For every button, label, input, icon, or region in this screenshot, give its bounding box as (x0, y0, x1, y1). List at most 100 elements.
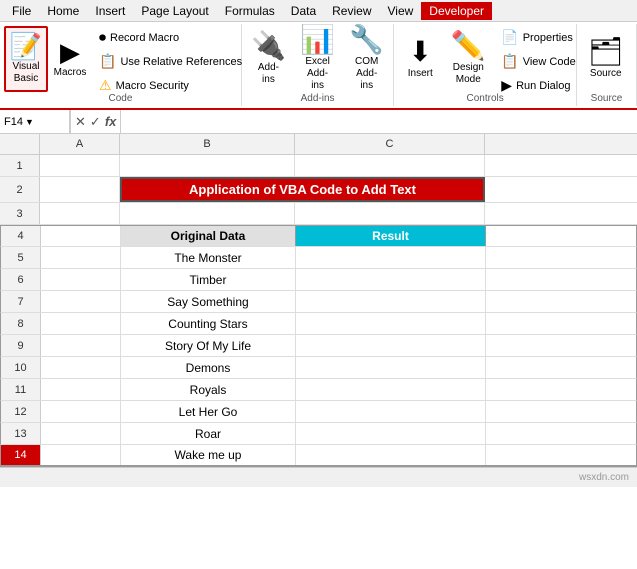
source-group-label: Source (577, 93, 636, 104)
row-number: 10 (1, 357, 41, 378)
menu-page-layout[interactable]: Page Layout (133, 2, 216, 20)
menu-view[interactable]: View (380, 2, 422, 20)
table-row: 4 Original DataResult (0, 225, 637, 247)
cell-a[interactable] (40, 155, 120, 176)
cell-c[interactable] (296, 357, 486, 378)
cell-a[interactable] (41, 423, 121, 444)
row-number: 7 (1, 291, 41, 312)
cell-c[interactable] (296, 313, 486, 334)
menu-developer[interactable]: Developer (421, 2, 492, 20)
cell-b[interactable]: Demons (121, 357, 296, 378)
cell-a[interactable] (40, 177, 120, 202)
cell-c[interactable] (296, 247, 486, 268)
table-row: 14 Wake me up (0, 445, 637, 467)
run-dialog-label: Run Dialog (516, 80, 570, 92)
cell-b[interactable]: Application of VBA Code to Add Text (120, 177, 485, 202)
properties-button[interactable]: 📄 Properties (496, 26, 580, 49)
cell-b[interactable]: Timber (121, 269, 296, 290)
source-button[interactable]: 🗂 Source (581, 26, 631, 92)
cell-a[interactable] (40, 203, 120, 224)
cell-c[interactable] (296, 401, 486, 422)
view-code-button[interactable]: 📋 View Code (496, 50, 580, 73)
macro-security-icon: ⚠ (99, 77, 112, 94)
design-mode-button[interactable]: ✏️ DesignMode (446, 26, 490, 92)
table-row: 2Application of VBA Code to Add Text (0, 177, 637, 203)
visual-basic-label: VisualBasic (12, 61, 39, 85)
wsxdn-badge: wsxdn.com (579, 472, 629, 483)
properties-icon: 📄 (501, 29, 518, 46)
cell-c[interactable] (296, 291, 486, 312)
table-row: 13 Roar (0, 423, 637, 445)
cell-a[interactable] (41, 247, 121, 268)
cell-c[interactable] (296, 335, 486, 356)
cell-a[interactable] (41, 357, 121, 378)
row-number: 1 (0, 155, 40, 176)
cell-a[interactable] (41, 401, 121, 422)
macro-security-label: Macro Security (116, 80, 189, 92)
menu-review[interactable]: Review (324, 2, 379, 20)
addins-button[interactable]: 🔌 Add-ins (246, 26, 291, 92)
row-number: 9 (1, 335, 41, 356)
view-code-icon: 📋 (501, 53, 518, 70)
table-row: 10 Demons (0, 357, 637, 379)
menu-insert[interactable]: Insert (87, 2, 133, 20)
menu-data[interactable]: Data (283, 2, 324, 20)
cell-c[interactable] (295, 155, 485, 176)
com-addins-icon: 🔧 (349, 26, 384, 54)
excel-addins-label: ExcelAdd-ins (302, 56, 333, 92)
controls-group-label: Controls (394, 93, 576, 104)
cell-a[interactable] (41, 291, 121, 312)
cell-a[interactable] (41, 335, 121, 356)
cell-a[interactable] (41, 313, 121, 334)
table-row: 7 Say Something (0, 291, 637, 313)
cell-b[interactable]: Counting Stars (121, 313, 296, 334)
source-label: Source (590, 68, 622, 80)
cell-c[interactable] (296, 269, 486, 290)
menu-home[interactable]: Home (39, 2, 87, 20)
cell-a[interactable] (41, 379, 121, 400)
macros-button[interactable]: ▶ Macros (48, 26, 92, 92)
record-macro-icon: ⏺ (99, 29, 106, 46)
table-row: 1 (0, 155, 637, 177)
visual-basic-button[interactable]: 📝 VisualBasic (4, 26, 48, 92)
cell-b[interactable] (120, 155, 295, 176)
row-number: 3 (0, 203, 40, 224)
cell-b[interactable]: Let Her Go (121, 401, 296, 422)
cell-b[interactable]: Roar (121, 423, 296, 444)
cell-c[interactable] (295, 203, 485, 224)
cell-c[interactable] (296, 445, 486, 465)
relative-refs-icon: 📋 (99, 53, 116, 70)
cell-b[interactable] (120, 203, 295, 224)
cell-a[interactable] (41, 445, 121, 465)
cell-c[interactable] (296, 423, 486, 444)
row-number: 11 (1, 379, 41, 400)
cell-c[interactable]: Result (296, 226, 486, 246)
cell-a[interactable] (41, 269, 121, 290)
row-number: 14 (1, 445, 41, 465)
row-number: 13 (1, 423, 41, 444)
record-macro-button[interactable]: ⏺ Record Macro (94, 26, 247, 49)
col-header-c: C (295, 134, 485, 154)
menu-formulas[interactable]: Formulas (217, 2, 283, 20)
table-row: 3 (0, 203, 637, 225)
view-code-label: View Code (523, 56, 576, 68)
col-header-a: A (40, 134, 120, 154)
cell-b[interactable]: The Monster (121, 247, 296, 268)
col-header-b: B (120, 134, 295, 154)
cell-b[interactable]: Story Of My Life (121, 335, 296, 356)
record-macro-label: Record Macro (110, 32, 179, 44)
use-relative-refs-button[interactable]: 📋 Use Relative References (94, 50, 247, 73)
row-number: 8 (1, 313, 41, 334)
excel-addins-icon: 📊 (300, 26, 335, 54)
cell-b[interactable]: Wake me up (121, 445, 296, 465)
cell-b[interactable]: Original Data (121, 226, 296, 246)
com-addins-button[interactable]: 🔧 COMAdd-ins (344, 26, 389, 92)
menu-file[interactable]: File (4, 2, 39, 20)
cell-a[interactable] (41, 226, 121, 246)
cell-b[interactable]: Royals (121, 379, 296, 400)
cell-c[interactable] (296, 379, 486, 400)
insert-button[interactable]: ⬇ Insert (398, 26, 442, 92)
cell-b[interactable]: Say Something (121, 291, 296, 312)
excel-addins-button[interactable]: 📊 ExcelAdd-ins (295, 26, 340, 92)
row-number: 4 (1, 226, 41, 246)
